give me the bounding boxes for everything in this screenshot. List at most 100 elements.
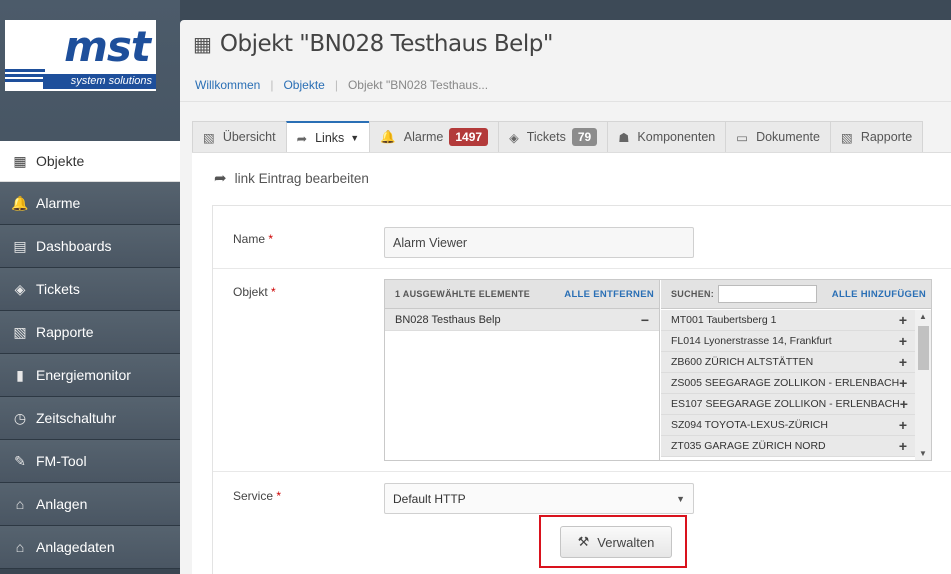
service-label: Service *: [233, 489, 281, 503]
company-logo[interactable]: mst system solutions: [5, 20, 156, 91]
caret-down-icon[interactable]: ▼: [350, 133, 359, 143]
tab-label: Links: [315, 131, 345, 145]
sidebar-item-label: Rapporte: [36, 324, 94, 340]
tab-uebersicht[interactable]: ▧ Übersicht: [192, 121, 287, 152]
bar-chart-icon: ▮: [16, 366, 24, 383]
breadcrumb: Willkommen | Objekte | Objekt "BN028 Tes…: [180, 68, 951, 102]
list-item[interactable]: ZS005 SEEGARAGE ZOLLIKON - ERLENBACH +: [661, 373, 915, 394]
chevron-down-icon: ▼: [676, 493, 685, 504]
share-icon: ➦: [296, 131, 308, 146]
breadcrumb-separator: |: [270, 77, 274, 92]
object-label: Objekt *: [233, 285, 276, 299]
alarm-count-badge: 1497: [449, 128, 489, 146]
plus-icon[interactable]: +: [899, 312, 907, 328]
tab-label: Dokumente: [756, 130, 820, 144]
plus-icon[interactable]: +: [900, 396, 908, 412]
building-icon: ▦: [13, 152, 27, 169]
share-icon: ➦: [214, 170, 227, 187]
sidebar-item-objekte[interactable]: ▦ Objekte: [0, 141, 180, 182]
plant-icon: ⌂: [15, 496, 25, 512]
report-icon: ▧: [13, 323, 27, 340]
list-item-label: ES107 SEEGARAGE ZOLLIKON - ERLENBACH: [671, 398, 900, 410]
plus-icon[interactable]: +: [899, 375, 907, 391]
sidebar: mst system solutions ▦ Objekte 🔔 Alarme …: [0, 0, 180, 574]
scroll-down-icon[interactable]: ▼: [919, 449, 927, 458]
plus-icon[interactable]: +: [899, 354, 907, 370]
plus-icon[interactable]: +: [899, 333, 907, 349]
sidebar-item-anlagen[interactable]: ⌂ Anlagen: [0, 483, 180, 526]
main-panel: ▦ Objekt "BN028 Testhaus Belp" Willkomme…: [180, 20, 951, 574]
tab-label: Komponenten: [637, 130, 716, 144]
list-item[interactable]: ES107 SEEGARAGE ZOLLIKON - ERLENBACH +: [661, 394, 915, 415]
selected-item[interactable]: BN028 Testhaus Belp −: [385, 309, 659, 331]
logo-main-text: mst: [64, 22, 151, 71]
report-icon: ▧: [841, 130, 853, 145]
tab-rapporte[interactable]: ▧ Rapporte: [830, 121, 924, 152]
dashboard-icon: ▤: [13, 237, 27, 254]
sidebar-item-rapporte[interactable]: ▧ Rapporte: [0, 311, 180, 354]
plus-icon[interactable]: +: [899, 438, 907, 454]
name-label-text: Name: [233, 232, 266, 246]
list-item-label: ZB600 ZÜRICH ALTSTÄTTEN: [671, 356, 814, 368]
sidebar-item-label: Energiemonitor: [36, 367, 131, 383]
logo-bars: [5, 69, 45, 84]
tab-label: Tickets: [526, 130, 566, 144]
list-item[interactable]: ZT035 GARAGE ZÜRICH NORD +: [661, 436, 915, 457]
tab-alarme[interactable]: 🔔 Alarme 1497: [369, 121, 500, 152]
sidebar-item-alarme[interactable]: 🔔 Alarme: [0, 182, 180, 225]
tab-content: ➦ link Eintrag bearbeiten Name * Objekt …: [192, 152, 951, 574]
selected-item-label: BN028 Testhaus Belp: [395, 313, 501, 326]
breadcrumb-objekte-link[interactable]: Objekte: [283, 78, 324, 92]
name-input[interactable]: [384, 227, 694, 258]
tab-links[interactable]: ➦ Links ▼: [285, 121, 371, 153]
sidebar-item-label: FM-Tool: [36, 453, 87, 469]
list-item[interactable]: MT001 Taubertsberg 1 +: [661, 310, 915, 331]
add-all-link[interactable]: ALLE HINZUFÜGEN: [832, 289, 926, 300]
scroll-up-icon[interactable]: ▲: [919, 312, 927, 321]
sidebar-item-energiemonitor[interactable]: ▮ Energiemonitor: [0, 354, 180, 397]
minus-icon[interactable]: −: [641, 312, 649, 328]
list-item[interactable]: FL014 Lyonerstrasse 14, Frankfurt +: [661, 331, 915, 352]
object-multiselect: 1 AUSGEWÄHLTE ELEMENTE ALLE ENTFERNEN BN…: [384, 279, 932, 461]
list-item-label: MT001 Taubertsberg 1: [671, 314, 777, 326]
tab-dokumente[interactable]: ▭ Dokumente: [725, 121, 831, 152]
plus-icon[interactable]: +: [899, 417, 907, 433]
object-tabs: ▧ Übersicht ➦ Links ▼ 🔔 Alarme 1497 ◈ Ti…: [192, 121, 924, 153]
sidebar-item-fm-tool[interactable]: ✎ FM-Tool: [0, 440, 180, 483]
tab-label: Übersicht: [222, 130, 276, 144]
tab-tickets[interactable]: ◈ Tickets 79: [498, 121, 609, 152]
logo-sub-text: system solutions: [43, 74, 156, 89]
scroll-thumb[interactable]: [918, 326, 929, 370]
list-item-label: FL014 Lyonerstrasse 14, Frankfurt: [671, 335, 832, 347]
sidebar-item-tickets[interactable]: ◈ Tickets: [0, 268, 180, 311]
required-mark: *: [276, 489, 282, 503]
clock-icon: ◷: [13, 409, 27, 426]
sidebar-item-zeitschaltuhr[interactable]: ◷ Zeitschaltuhr: [0, 397, 180, 440]
bell-icon: 🔔: [11, 194, 29, 211]
overview-icon: ▧: [203, 130, 215, 145]
service-select-value: Default HTTP: [393, 491, 466, 506]
service-select[interactable]: Default HTTP ▼: [384, 483, 694, 514]
tab-komponenten[interactable]: ☗ Komponenten: [607, 121, 727, 152]
sidebar-item-label: Zeitschaltuhr: [36, 410, 117, 426]
building-icon: ▦: [193, 33, 212, 56]
service-label-text: Service: [233, 489, 274, 503]
ticket-count-badge: 79: [571, 128, 598, 146]
selected-header: 1 AUSGEWÄHLTE ELEMENTE ALLE ENTFERNEN: [385, 280, 659, 309]
page-title: Objekt "BN028 Testhaus Belp": [219, 31, 554, 57]
list-item[interactable]: SZ094 TOYOTA-LEXUS-ZÜRICH +: [661, 415, 915, 436]
page-header: ▦ Objekt "BN028 Testhaus Belp": [180, 20, 951, 68]
search-input[interactable]: [718, 285, 818, 303]
list-scrollbar[interactable]: ▲ ▼: [915, 310, 931, 460]
breadcrumb-home-link[interactable]: Willkommen: [195, 78, 260, 92]
remove-all-link[interactable]: ALLE ENTFERNEN: [564, 289, 654, 300]
sidebar-item-dashboards[interactable]: ▤ Dashboards: [0, 225, 180, 268]
search-label: SUCHEN:: [671, 289, 715, 299]
breadcrumb-current: Objekt "BN028 Testhaus...: [347, 77, 489, 92]
manage-button[interactable]: ⚒ Verwalten: [560, 526, 672, 558]
list-item[interactable]: ZB600 ZÜRICH ALTSTÄTTEN +: [661, 352, 915, 373]
object-label-text: Objekt: [233, 285, 268, 299]
wrench-icon: ✎: [14, 452, 26, 469]
object-row: Objekt * 1 AUSGEWÄHLTE ELEMENTE ALLE ENT…: [213, 269, 951, 472]
sidebar-item-anlagedaten[interactable]: ⌂ Anlagedaten: [0, 526, 180, 569]
